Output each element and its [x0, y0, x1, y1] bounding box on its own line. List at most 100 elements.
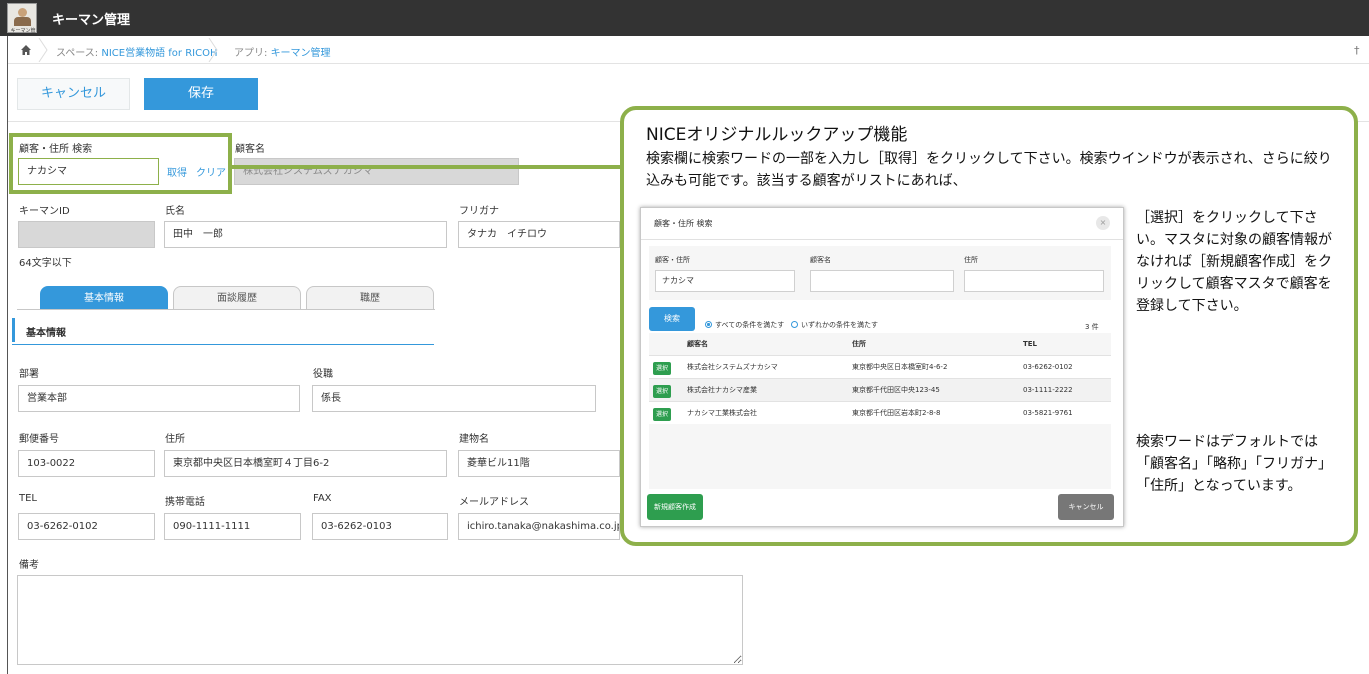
address-label: 住所: [165, 434, 185, 445]
select-button[interactable]: 選択: [653, 385, 671, 398]
kana-input[interactable]: タナカ イチロウ: [458, 221, 620, 248]
tab-basic-info[interactable]: 基本情報: [40, 286, 168, 310]
breadcrumb-app-link[interactable]: キーマン管理: [271, 48, 331, 59]
lookup-clear-link[interactable]: クリア: [196, 164, 226, 179]
dept-label: 部署: [19, 369, 39, 380]
tab-meeting-history[interactable]: 面談履歴: [173, 286, 301, 310]
tel-input[interactable]: 03-6262-0102: [18, 513, 155, 540]
kana-label: フリガナ: [459, 206, 499, 217]
modal-name-input[interactable]: [810, 270, 954, 292]
breadcrumb-space: スペース: NICE営業物語 for RICOH: [56, 44, 217, 59]
logo-person-body: [14, 17, 31, 26]
section-underline: [12, 344, 434, 345]
zip-label: 郵便番号: [19, 434, 59, 445]
keyman-id-label: キーマンID: [19, 206, 70, 217]
tab-career[interactable]: 職歴: [306, 286, 434, 310]
modal-cancel-button[interactable]: キャンセル: [1058, 494, 1114, 520]
row-customer-name: 株式会社システムズナカシマ: [687, 363, 778, 371]
column-header-address: 住所: [852, 340, 866, 348]
address-input[interactable]: 東京都中央区日本橋室町４丁目6-2: [164, 450, 447, 477]
building-label: 建物名: [459, 434, 489, 445]
callout-text-intro: 検索欄に検索ワードの一部を入力し［取得］をクリックして下さい。検索ウインドウが表…: [646, 151, 1332, 189]
column-header-tel: TEL: [1023, 340, 1038, 348]
customer-name-label: 顧客名: [235, 144, 265, 155]
modal-title: 顧客・住所 検索: [654, 219, 713, 228]
close-icon[interactable]: ×: [1096, 216, 1110, 230]
breadcrumb: スペース: NICE営業物語 for RICOH アプリ: キーマン管理 †: [8, 36, 1369, 64]
radio-match-any-label: いずれかの条件を満たす: [801, 321, 878, 329]
radio-match-all[interactable]: すべての条件を満たす: [705, 320, 784, 330]
modal-search-button[interactable]: 検索: [649, 307, 695, 331]
modal-name-label: 顧客名: [810, 256, 831, 264]
breadcrumb-separator-icon: [38, 38, 48, 62]
breadcrumb-app-prefix: アプリ:: [234, 48, 271, 59]
section-marker: [12, 318, 15, 342]
breadcrumb-separator-icon: [208, 38, 218, 62]
pin-icon[interactable]: †: [1354, 44, 1360, 57]
new-customer-button[interactable]: 新規顧客作成: [647, 494, 703, 520]
position-label: 役職: [313, 369, 333, 380]
building-input[interactable]: 菱華ビル11階: [458, 450, 620, 477]
fax-label: FAX: [313, 493, 332, 504]
table-row[interactable]: 選択 株式会社システムズナカシマ 東京都中央区日本橋室町4-6-2 03-626…: [649, 355, 1111, 378]
select-button[interactable]: 選択: [653, 408, 671, 421]
app-titlebar: キーマン管理 キーマン管理: [0, 0, 1369, 41]
memo-textarea[interactable]: [17, 575, 743, 665]
keyman-id-field: [18, 221, 155, 248]
result-table: 顧客名 住所 TEL 選択 株式会社システムズナカシマ 東京都中央区日本橋室町4…: [649, 333, 1111, 489]
lookup-modal: 顧客・住所 検索 × 顧客・住所 ナカシマ 顧客名 住所 検索 すべての条件を満…: [640, 207, 1124, 527]
app-logo[interactable]: キーマン管理: [7, 3, 37, 41]
name-label: 氏名: [165, 206, 185, 217]
customer-name-field: 株式会社システムズナカシマ: [234, 158, 519, 185]
name-input[interactable]: 田中 一郎: [164, 221, 447, 248]
radio-match-any[interactable]: いずれかの条件を満たす: [791, 320, 878, 330]
app-title: キーマン管理: [52, 13, 131, 28]
modal-search-panel: 顧客・住所 ナカシマ 顧客名 住所: [649, 246, 1111, 300]
dept-input[interactable]: 営業本部: [18, 385, 300, 412]
table-row[interactable]: 選択 株式会社ナカシマ産業 東京都千代田区中央123-45 03-1111-22…: [649, 378, 1111, 401]
modal-lookup-input[interactable]: ナカシマ: [655, 270, 795, 292]
cancel-button[interactable]: キャンセル: [17, 78, 130, 110]
radio-selected-icon: [705, 321, 712, 328]
breadcrumb-space-link[interactable]: NICE営業物語 for RICOH: [101, 48, 217, 59]
position-input[interactable]: 係長: [312, 385, 596, 412]
home-icon[interactable]: [20, 44, 32, 56]
modal-address-input[interactable]: [964, 270, 1104, 292]
callout-text-default: 検索ワードはデフォルトでは「顧客名」「略称」「フリガナ」「住所」となっています。: [1136, 434, 1332, 494]
radio-match-all-label: すべての条件を満たす: [715, 321, 785, 329]
breadcrumb-app: アプリ: キーマン管理: [234, 44, 331, 59]
row-address: 東京都中央区日本橋室町4-6-2: [852, 363, 948, 371]
lookup-get-link[interactable]: 取得: [167, 164, 187, 179]
mobile-label: 携帯電話: [165, 497, 205, 508]
radio-unselected-icon: [791, 321, 798, 328]
row-tel: 03-6262-0102: [1023, 363, 1073, 371]
tel-label: TEL: [19, 493, 37, 504]
email-input[interactable]: ichiro.tanaka@nakashima.co.jp: [458, 513, 620, 540]
column-header-name: 顧客名: [687, 340, 708, 348]
select-button[interactable]: 選択: [653, 362, 671, 375]
logo-person-head: [18, 8, 27, 17]
row-customer-name: ナカシマ工業株式会社: [687, 409, 757, 417]
row-customer-name: 株式会社ナカシマ産業: [687, 386, 757, 394]
breadcrumb-space-prefix: スペース:: [56, 48, 102, 59]
keyman-id-hint: 64文字以下: [19, 258, 72, 269]
section-title: 基本情報: [26, 328, 66, 339]
fax-input[interactable]: 03-6262-0103: [312, 513, 448, 540]
callout-title: NICEオリジナルルックアップ機能: [646, 125, 908, 145]
callout-text-select: ［選択］をクリックして下さい。マスタに対象の顧客情報がなければ［新規顧客作成］を…: [1136, 210, 1332, 314]
frame-border: [7, 36, 8, 674]
row-tel: 03-1111-2222: [1023, 386, 1073, 394]
modal-lookup-label: 顧客・住所: [655, 256, 690, 264]
zip-input[interactable]: 103-0022: [18, 450, 155, 477]
save-button[interactable]: 保存: [144, 78, 258, 110]
lookup-input[interactable]: ナカシマ: [18, 158, 159, 185]
mobile-input[interactable]: 090-1111-1111: [164, 513, 301, 540]
modal-header: 顧客・住所 検索 ×: [641, 208, 1123, 240]
result-count: 3 件: [1085, 323, 1099, 331]
table-row[interactable]: 選択 ナカシマ工業株式会社 東京都千代田区岩本町2-8-8 03-5821-97…: [649, 401, 1111, 424]
lookup-label: 顧客・住所 検索: [19, 144, 93, 155]
email-label: メールアドレス: [459, 497, 529, 508]
row-address: 東京都千代田区岩本町2-8-8: [852, 409, 941, 417]
modal-address-label: 住所: [964, 256, 978, 264]
memo-label: 備考: [19, 560, 39, 571]
